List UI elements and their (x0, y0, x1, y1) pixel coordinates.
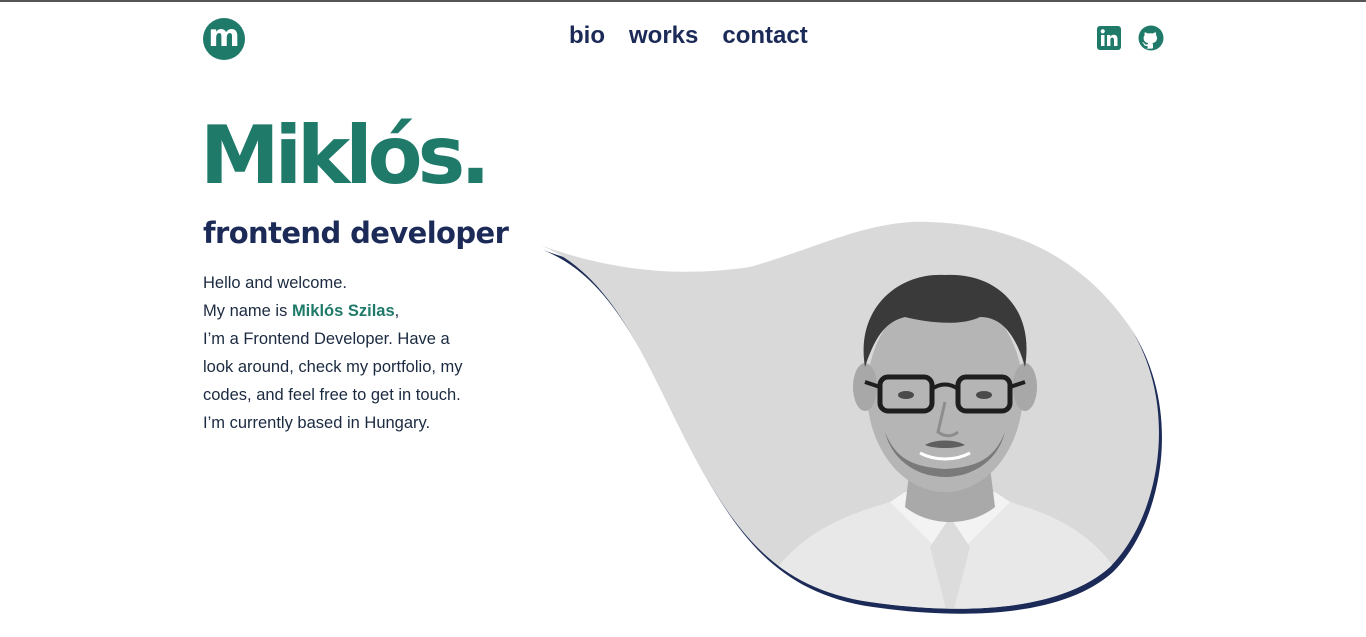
intro-line: Hello and welcome. (203, 274, 347, 292)
intro-line: codes, and feel free to get in touch. (203, 386, 461, 404)
intro-line-name: My name is Miklós Szilas, (203, 297, 503, 325)
social-links (1096, 25, 1164, 51)
linkedin-icon[interactable] (1096, 25, 1122, 51)
intro-line: I’m currently based in Hungary. (203, 414, 431, 432)
logo[interactable]: m (203, 18, 245, 60)
hero-role: frontend developer (203, 216, 509, 250)
intro-line: look around, check my portfolio, my (203, 358, 463, 376)
intro-name-highlight: Miklós Szilas (291, 302, 395, 320)
nav-link-works[interactable]: works (629, 22, 698, 50)
page: m bio works contact Miklós. frontend dev… (0, 0, 1366, 637)
main-nav: bio works contact (569, 22, 808, 50)
nav-link-contact[interactable]: contact (722, 22, 807, 50)
logo-letter: m (208, 19, 240, 54)
intro-name-prefix: My name is (203, 302, 292, 320)
nav-link-bio[interactable]: bio (569, 22, 605, 50)
intro-line: I’m a Frontend Developer. Have a (203, 330, 450, 348)
github-icon[interactable] (1138, 25, 1164, 51)
intro-text: Hello and welcome. My name is Miklós Szi… (203, 269, 503, 437)
hero-name: Miklós. (200, 109, 491, 202)
portrait-blob (540, 221, 1162, 614)
intro-name-suffix: , (394, 302, 400, 320)
